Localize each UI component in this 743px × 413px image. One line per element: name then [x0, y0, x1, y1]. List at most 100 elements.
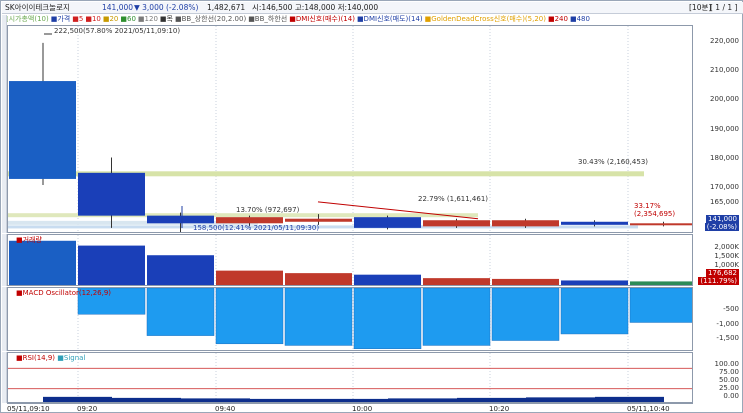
- legend-item[interactable]: ■10: [85, 15, 101, 23]
- time-label: 05/11,10:40: [627, 405, 670, 413]
- volume-bar: [9, 240, 76, 285]
- legend-item[interactable]: ■240: [548, 15, 568, 23]
- volume-tick: 1,000K: [714, 261, 739, 269]
- volume-bar: [423, 278, 490, 285]
- volume-bar: [216, 270, 283, 285]
- time-label: 10:00: [352, 405, 373, 413]
- band4-annotation: 33.17% (2,354,695): [634, 202, 676, 218]
- macd-axis: -500 -1,000 -1,500: [693, 287, 741, 351]
- header-bar: SK아이이테크놀로지 141,000 ▼ 3,000 (-2.08%) 1,48…: [2, 2, 743, 14]
- candle-body: [9, 81, 76, 179]
- legend-item[interactable]: ■480: [570, 15, 590, 23]
- candle-body: [492, 220, 559, 227]
- price-tick: 170,000: [710, 183, 739, 191]
- macd-bar: [215, 288, 284, 345]
- time-label: 09:40: [215, 405, 236, 413]
- volume-bar: [354, 274, 421, 285]
- legend-item[interactable]: □시가총액(10): [2, 15, 49, 23]
- period-label[interactable]: [10분]: [689, 3, 711, 13]
- time-label: 10:20: [489, 405, 510, 413]
- candle-body: [354, 217, 421, 228]
- legend-item[interactable]: ■120: [138, 15, 158, 23]
- volume-axis: 2,000K 1,500K 1,000K 176,682 (111.79%): [693, 234, 741, 286]
- low-annotation: 158,500(12.41% 2021/05/11,09:30): [193, 224, 320, 232]
- price-chart-svg: [8, 26, 692, 232]
- price-axis: 220,000 210,000 200,000 190,000 180,000 …: [693, 25, 741, 233]
- high-annotation: 222,500(57.80% 2021/05/11,09:10): [54, 27, 181, 35]
- indicator-legend: □시가총액(10) ■가격 ■5 ■10 ■20 ■60 ■120 ■목 ■BB_상한선(20,…: [2, 14, 692, 25]
- time-label: 05/11,09:10: [7, 405, 50, 413]
- time-axis: 05/11,09:10 09:20 09:40 10:00 10:20 05/1…: [7, 403, 693, 413]
- price-pane: 222,500(57.80% 2021/05/11,09:10) 158,500…: [7, 25, 693, 233]
- legend-item[interactable]: ■목: [160, 15, 173, 23]
- ohl-info: 시:146,500 고:148,000 저:140,000: [252, 3, 379, 12]
- legend-item[interactable]: ■BB_하한선: [248, 15, 287, 23]
- legend-item[interactable]: ■가격: [51, 15, 71, 23]
- legend-item[interactable]: ■DMI신호(매수)(14): [289, 15, 355, 23]
- macd-bar: [146, 288, 215, 336]
- rsi-tick: 75.00: [718, 368, 739, 376]
- band2-annotation: 22.79% (1,611,461): [418, 195, 489, 203]
- volume-chart-svg: [9, 235, 692, 285]
- band3-annotation: 13.70% (972,697): [236, 206, 300, 214]
- legend-item[interactable]: ■DMI신호(매도)(14): [357, 15, 423, 23]
- price-tick: 180,000: [710, 154, 739, 162]
- volume-bar: [492, 278, 559, 285]
- volume-bar: [147, 255, 214, 285]
- price-tick: 190,000: [710, 125, 739, 133]
- price-tick: 200,000: [710, 95, 739, 103]
- macd-bar: [491, 288, 560, 341]
- legend-item[interactable]: ■GoldenDeadCross신호(매수)(5,20): [425, 15, 546, 23]
- macd-bar: [560, 288, 629, 335]
- volume-bar: [78, 245, 145, 285]
- volume-last-sub-tag: (111.79%): [698, 277, 739, 285]
- macd-bar: [284, 288, 353, 346]
- legend-item[interactable]: ■60: [120, 15, 136, 23]
- legend-item[interactable]: ■BB_상한선(20,2.00): [175, 15, 246, 23]
- candle-body: [630, 223, 692, 226]
- rsi-tick: 50.00: [718, 376, 739, 384]
- last-price-tag: 141,000: [706, 215, 739, 223]
- candle-body: [423, 220, 490, 227]
- rsi-legend-a: ■RSI(14,9): [16, 354, 56, 362]
- stock-name: SK아이이테크놀로지: [5, 3, 70, 12]
- volume-legend: ■거래량: [16, 236, 42, 244]
- rsi-tick: 25.00: [718, 384, 739, 392]
- rsi-legend-b: ■Signal: [57, 354, 86, 362]
- candle-body: [561, 221, 628, 225]
- candle-body: [78, 172, 145, 216]
- volume-last-tag: 176,682: [706, 269, 739, 277]
- volume-tick: 1,500K: [714, 252, 739, 260]
- macd-legend: ■MACD Oscillator(12,26,9): [16, 289, 112, 297]
- last-change-tag: (-2.08%): [704, 223, 739, 231]
- rsi-tick: 0.00: [723, 392, 739, 400]
- volume-total: 1,482,671: [207, 3, 246, 12]
- rsi-axis: 100.00 75.00 50.00 25.00 0.00: [693, 352, 741, 403]
- time-label: 09:20: [77, 405, 98, 413]
- macd-tick: -500: [723, 305, 739, 313]
- rsi-legend: ■RSI(14,9) ■Signal: [16, 354, 85, 363]
- candle-body: [285, 218, 352, 222]
- price-tick: 165,000: [710, 198, 739, 206]
- macd-pane: ■MACD Oscillator(12,26,9): [7, 287, 693, 351]
- band1-annotation: 30.43% (2,160,453): [578, 158, 649, 166]
- volume-bar: [630, 281, 692, 285]
- macd-tick: -1,500: [716, 334, 739, 342]
- rsi-chart-svg: [8, 353, 692, 402]
- macd-bar: [422, 288, 491, 346]
- macd-bar: [353, 288, 422, 349]
- page-indicator: [ 1 / 1 ]: [710, 3, 738, 12]
- macd-tick: -1,000: [716, 320, 739, 328]
- legend-item[interactable]: ■5: [72, 15, 83, 23]
- rsi-tick: 100.00: [714, 360, 740, 368]
- current-price: 141,000: [102, 3, 134, 12]
- price-tick: 220,000: [710, 37, 739, 45]
- price-change: ▼ 3,000 (-2.08%): [134, 3, 199, 12]
- price-tick: 210,000: [710, 66, 739, 74]
- volume-tick: 2,000K: [714, 243, 739, 251]
- legend-item[interactable]: ■20: [103, 15, 119, 23]
- candle-body: [216, 217, 283, 224]
- volume-bar: [561, 280, 628, 285]
- candle-body: [147, 215, 214, 224]
- chart-window: SK아이이테크놀로지 141,000 ▼ 3,000 (-2.08%) 1,48…: [0, 0, 743, 413]
